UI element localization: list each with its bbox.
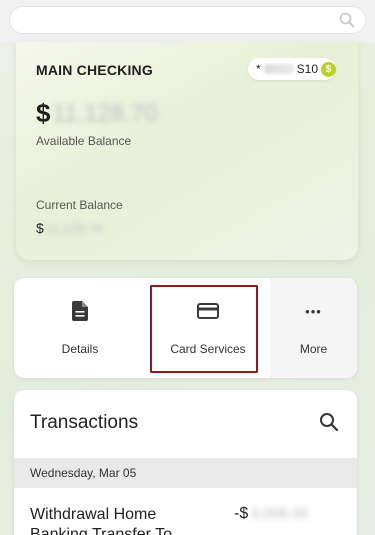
current-balance: $ 11,128.70 bbox=[36, 220, 103, 236]
account-number-prefix: * bbox=[256, 62, 261, 76]
card-services-button[interactable]: Card Services bbox=[146, 278, 270, 378]
more-dots-icon: ••• bbox=[305, 303, 322, 319]
account-actions: Details Card Services ••• More bbox=[14, 278, 357, 378]
more-label: More bbox=[299, 342, 328, 356]
transactions-title: Transactions bbox=[30, 412, 139, 433]
currency-symbol: $ bbox=[36, 98, 51, 128]
credit-card-icon bbox=[197, 300, 219, 322]
account-number-mask bbox=[263, 64, 294, 74]
search-icon[interactable] bbox=[319, 412, 339, 432]
details-button[interactable]: Details bbox=[14, 278, 146, 378]
available-balance-value: 11,128.70 bbox=[52, 99, 158, 127]
available-balance-label: Available Balance bbox=[36, 134, 132, 148]
transaction-amount: -$ 3,008.00 bbox=[234, 505, 309, 523]
transaction-amount-sign: -$ bbox=[234, 505, 249, 522]
transaction-description-line1: Withdrawal Home bbox=[30, 506, 157, 523]
account-number-chip[interactable]: * S10 $ bbox=[248, 58, 336, 80]
search-icon[interactable] bbox=[339, 12, 355, 28]
transaction-description[interactable]: Withdrawal Home Banking Transfer To bbox=[30, 505, 172, 535]
transaction-date-header: Wednesday, Mar 05 bbox=[14, 458, 357, 488]
top-bar bbox=[0, 0, 375, 42]
transaction-description-line2: Banking Transfer To bbox=[30, 526, 173, 535]
rewards-coin-icon: $ bbox=[321, 61, 336, 77]
current-balance-label: Current Balance bbox=[36, 198, 123, 212]
account-title: MAIN CHECKING bbox=[36, 62, 153, 78]
account-card[interactable]: MAIN CHECKING * S10 $ $ 11,128.70 Availa… bbox=[16, 42, 358, 260]
account-number-suffix: S10 bbox=[296, 62, 319, 76]
transactions-card: Transactions Wednesday, Mar 05 Withdrawa… bbox=[14, 390, 357, 535]
search-bar[interactable] bbox=[10, 7, 365, 33]
current-balance-value: 11,128.70 bbox=[45, 220, 103, 236]
available-balance: $ 11,128.70 bbox=[36, 98, 157, 129]
transaction-amount-value: 3,008.00 bbox=[250, 505, 309, 522]
card-services-label: Card Services bbox=[170, 342, 246, 356]
more-button[interactable]: ••• More bbox=[270, 278, 357, 378]
currency-symbol-small: $ bbox=[36, 220, 44, 236]
details-label: Details bbox=[61, 342, 99, 356]
document-icon bbox=[69, 300, 91, 322]
